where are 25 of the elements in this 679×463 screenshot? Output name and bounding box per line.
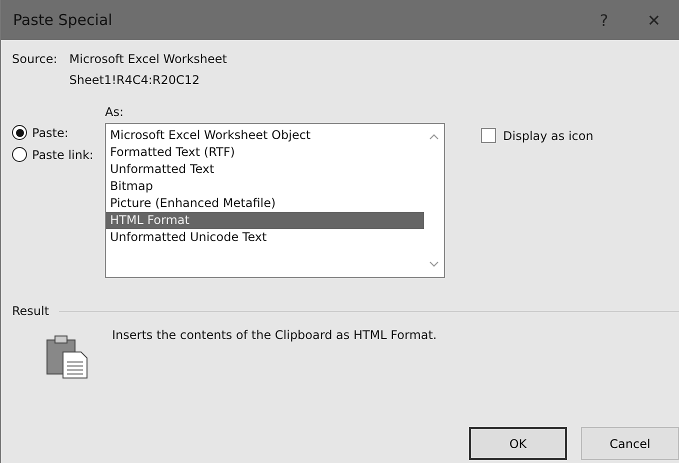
- source-text: Sheet1!R4C4:R20C12: [69, 73, 201, 87]
- radio-option[interactable]: Paste link:: [12, 147, 105, 162]
- list-item[interactable]: Unformatted Text: [106, 161, 424, 178]
- list-item[interactable]: Bitmap: [106, 178, 424, 195]
- display-as-icon-checkbox[interactable]: Display as icon: [481, 127, 594, 144]
- ok-button[interactable]: OK: [469, 427, 567, 460]
- list-item[interactable]: Picture (Enhanced Metafile): [106, 195, 424, 212]
- cancel-button[interactable]: Cancel: [581, 427, 679, 460]
- source-text: Microsoft Excel Worksheet: [69, 52, 228, 66]
- result-label: Result: [12, 304, 50, 318]
- radio-button[interactable]: [12, 147, 27, 162]
- checkbox[interactable]: [481, 128, 496, 143]
- as-label: As:: [105, 105, 125, 119]
- list-item[interactable]: Microsoft Excel Worksheet Object: [106, 127, 424, 144]
- scroll-up-icon[interactable]: [429, 134, 439, 140]
- window-title: Paste Special: [13, 11, 114, 29]
- source-label: Source:: [12, 52, 58, 68]
- format-list[interactable]: Microsoft Excel Worksheet Object Formatted Text (RTF) Unformatted Text Bitmap Picture (Enhanced Metafile) HTML Format Unformatted Unicode Text: [105, 123, 445, 278]
- list-item[interactable]: Formatted Text (RTF): [106, 144, 424, 161]
- list-item[interactable]: HTML Format: [106, 212, 424, 229]
- radio-option[interactable]: Paste:: [12, 125, 105, 140]
- scroll-down-icon[interactable]: [429, 261, 439, 267]
- radio-button[interactable]: [12, 125, 27, 140]
- list-item[interactable]: Unformatted Unicode Text: [106, 229, 424, 246]
- result-description: Inserts the contents of the Clipboard as HTML Format.: [112, 328, 437, 342]
